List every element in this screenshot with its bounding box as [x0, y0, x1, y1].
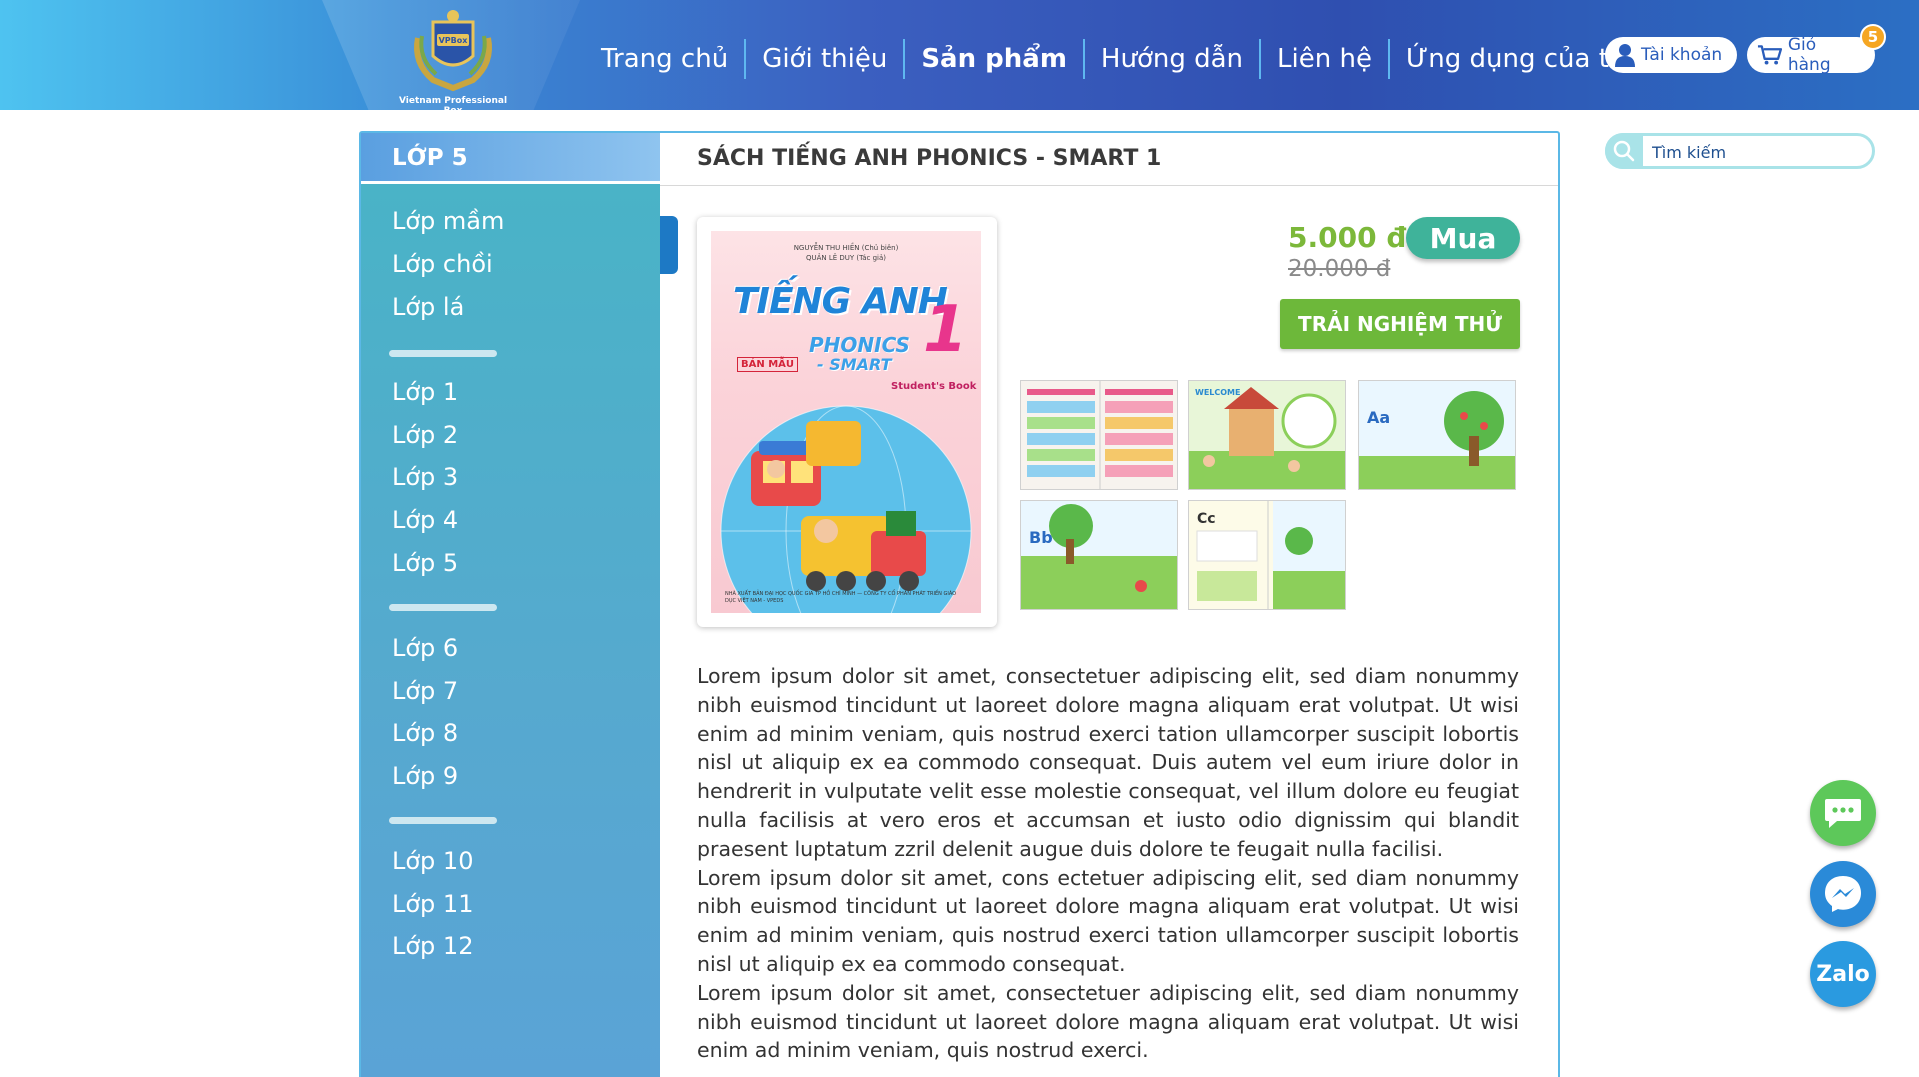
- sidebar-item-lop-1[interactable]: Lớp 1: [392, 378, 458, 406]
- product-title-row: SÁCH TIẾNG ANH PHONICS - SMART 1: [660, 133, 1558, 186]
- sidebar-item-lop-9[interactable]: Lớp 9: [392, 762, 458, 790]
- search-input[interactable]: [1652, 140, 1867, 164]
- zalo-icon: Zalo: [1816, 961, 1870, 987]
- sidebar-active-tab: [660, 216, 678, 274]
- main-nav: Trang chủ Giới thiệu Sản phẩm Hướng dẫn …: [585, 34, 1648, 84]
- logo-text: Vietnam Professional Box: [398, 96, 508, 116]
- cart-label: Giỏ hàng: [1787, 35, 1831, 75]
- letter-a-page-illustration: Aa: [1359, 381, 1515, 489]
- book-cover-card[interactable]: NGUYỄN THU HIỀN (Chủ biên) QUẢN LÊ DUY (…: [697, 217, 997, 627]
- letter-b-page-illustration: Bb: [1021, 501, 1177, 609]
- sidebar-item-lop-choi[interactable]: Lớp chồi: [392, 250, 493, 278]
- account-button[interactable]: Tài khoản: [1605, 37, 1737, 73]
- product-description: Lorem ipsum dolor sit amet, consectetuer…: [697, 662, 1519, 1065]
- site-logo[interactable]: VPBox Vietnam Professional Box: [388, 8, 518, 116]
- cart-icon: [1757, 45, 1782, 65]
- chat-icon: [1825, 799, 1861, 828]
- sidebar-item-lop-la[interactable]: Lớp lá: [392, 293, 464, 321]
- sidebar-item-lop-3[interactable]: Lớp 3: [392, 463, 458, 491]
- sidebar-item-lop-10[interactable]: Lớp 10: [392, 847, 473, 875]
- nav-guide[interactable]: Hướng dẫn: [1085, 44, 1259, 74]
- thumb-aa-label: Aa: [1367, 408, 1390, 427]
- cover-sample-stamp: BẢN MẪU: [737, 357, 799, 372]
- messenger-button[interactable]: [1810, 861, 1876, 927]
- thumb-welcome-label: WELCOME: [1195, 388, 1240, 397]
- sidebar-item-lop-6[interactable]: Lớp 6: [392, 634, 458, 662]
- cover-number: 1: [923, 293, 968, 367]
- sidebar-divider: [389, 817, 497, 824]
- user-icon: [1615, 44, 1635, 67]
- account-label: Tài khoản: [1641, 45, 1723, 65]
- buy-button[interactable]: Mua: [1406, 217, 1520, 259]
- crest-icon: VPBox: [414, 10, 492, 92]
- preview-thumbnail-5[interactable]: Cc: [1188, 500, 1346, 610]
- description-paragraph: Lorem ipsum dolor sit amet, consectetuer…: [697, 980, 1519, 1063]
- globe-train-illustration: [720, 405, 972, 613]
- thumb-cc-label: Cc: [1197, 511, 1216, 527]
- description-paragraph: Lorem ipsum dolor sit amet, consectetuer…: [697, 664, 1519, 861]
- nav-products[interactable]: Sản phẩm: [905, 44, 1083, 74]
- nav-contact[interactable]: Liên hệ: [1261, 44, 1388, 74]
- cover-authors: NGUYỄN THU HIỀN (Chủ biên) QUẢN LÊ DUY (…: [793, 244, 899, 262]
- svg-text:VPBox: VPBox: [439, 36, 469, 45]
- product-title: SÁCH TIẾNG ANH PHONICS - SMART 1: [697, 146, 1162, 171]
- sidebar-divider: [389, 350, 497, 357]
- sidebar-divider: [389, 604, 497, 611]
- sidebar-item-lop-5[interactable]: Lớp 5: [392, 549, 458, 577]
- welcome-page-illustration: WELCOME: [1189, 381, 1345, 489]
- zalo-button[interactable]: Zalo: [1810, 941, 1876, 1007]
- messenger-icon: [1825, 876, 1861, 912]
- preview-thumbnail-1[interactable]: [1020, 380, 1178, 490]
- cover-publisher: NHÀ XUẤT BẢN ĐẠI HỌC QUỐC GIA TP HỒ CHÍ …: [725, 591, 957, 604]
- letter-c-page-illustration: Cc: [1189, 501, 1345, 609]
- sidebar-item-lop-4[interactable]: Lớp 4: [392, 506, 458, 534]
- sidebar-title: LỚP 5: [392, 145, 468, 171]
- page: VPBox Vietnam Professional Box Trang chủ…: [0, 0, 1919, 1077]
- thumb-bb-label: Bb: [1029, 528, 1053, 547]
- cart-button[interactable]: Giỏ hàng: [1747, 35, 1875, 75]
- cover-book-type: Student's Book: [891, 381, 977, 392]
- cart-count-badge: 5: [1860, 24, 1886, 50]
- sidebar-item-lop-mam[interactable]: Lớp mầm: [392, 207, 504, 235]
- sidebar-header: LỚP 5: [361, 133, 660, 184]
- cover-subtitle-phonics: PHONICS: [809, 333, 910, 357]
- price-original: 20.000 đ: [1288, 256, 1391, 282]
- sidebar-item-lop-12[interactable]: Lớp 12: [392, 932, 473, 960]
- price-current: 5.000 đ: [1288, 221, 1407, 254]
- try-sample-button[interactable]: TRẢI NGHIỆM THỬ: [1280, 299, 1520, 349]
- sidebar-item-lop-2[interactable]: Lớp 2: [392, 421, 458, 449]
- nav-home[interactable]: Trang chủ: [585, 44, 744, 74]
- preview-thumbnail-3[interactable]: Aa: [1358, 380, 1516, 490]
- preview-thumbnail-4[interactable]: Bb: [1020, 500, 1178, 610]
- cover-title: TIẾNG ANH: [733, 281, 948, 322]
- book-cover-image: NGUYỄN THU HIỀN (Chủ biên) QUẢN LÊ DUY (…: [711, 231, 981, 613]
- nav-about[interactable]: Giới thiệu: [746, 44, 903, 74]
- search-icon[interactable]: [1605, 133, 1643, 169]
- preview-thumbnail-2[interactable]: WELCOME: [1188, 380, 1346, 490]
- search-box: [1605, 133, 1875, 169]
- chat-button[interactable]: [1810, 780, 1876, 846]
- cover-subtitle-smart: - SMART: [817, 355, 892, 374]
- contents-page-illustration: [1021, 381, 1177, 489]
- description-paragraph: Lorem ipsum dolor sit amet, cons ectetue…: [697, 865, 1519, 976]
- sidebar-item-lop-7[interactable]: Lớp 7: [392, 677, 458, 705]
- sidebar-item-lop-8[interactable]: Lớp 8: [392, 719, 458, 747]
- site-header: VPBox Vietnam Professional Box Trang chủ…: [0, 0, 1919, 116]
- sidebar-item-lop-11[interactable]: Lớp 11: [392, 890, 473, 918]
